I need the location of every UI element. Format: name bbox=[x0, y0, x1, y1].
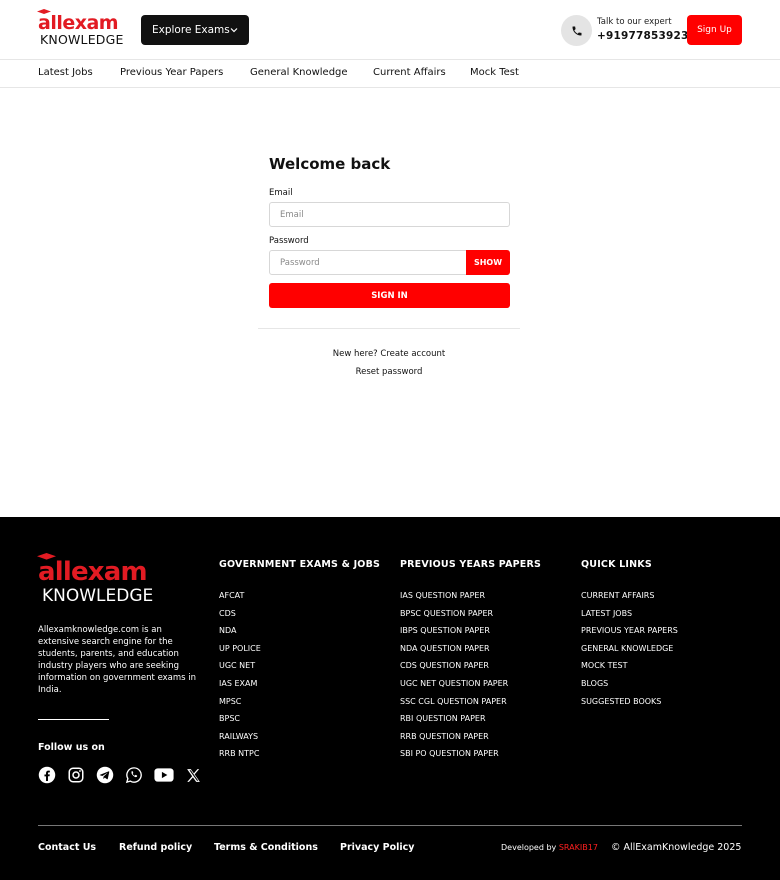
nav-item-latest-jobs[interactable]: Latest Jobs bbox=[38, 67, 93, 78]
footer-link[interactable]: MOCK TEST bbox=[581, 657, 678, 675]
footer-link[interactable]: CDS QUESTION PAPER bbox=[400, 657, 508, 675]
footer-col-government-exams: AFCAT CDS NDA UP POLICE UGC NET IAS EXAM… bbox=[219, 587, 261, 763]
password-field[interactable] bbox=[269, 250, 467, 275]
footer-link[interactable]: IBPS QUESTION PAPER bbox=[400, 622, 508, 640]
password-label: Password bbox=[269, 236, 309, 246]
explore-exams-button[interactable]: Explore Exams bbox=[141, 15, 249, 45]
expert-phone-number[interactable]: +919778539234 bbox=[597, 30, 696, 43]
email-label: Email bbox=[269, 188, 293, 198]
footer-link[interactable]: UGC NET QUESTION PAPER bbox=[400, 675, 508, 693]
footer-link[interactable]: SBI PO QUESTION PAPER bbox=[400, 745, 508, 763]
site-logo[interactable]: allexam KNOWLEDGE bbox=[37, 9, 130, 48]
footer-col-quick-links: CURRENT AFFAIRS LATEST JOBS PREVIOUS YEA… bbox=[581, 587, 678, 710]
footer-link[interactable]: CDS bbox=[219, 605, 261, 623]
divider bbox=[258, 328, 520, 329]
footer-link[interactable]: BLOGS bbox=[581, 675, 678, 693]
reset-password-link[interactable]: Reset password bbox=[258, 367, 520, 377]
footer-col-previous-papers: IAS QUESTION PAPER BPSC QUESTION PAPER I… bbox=[400, 587, 508, 763]
footer-link[interactable]: GENERAL KNOWLEDGE bbox=[581, 640, 678, 658]
nav-item-previous-year-papers[interactable]: Previous Year Papers bbox=[120, 67, 223, 78]
footer-link[interactable]: BPSC QUESTION PAPER bbox=[400, 605, 508, 623]
footer-link[interactable]: IAS QUESTION PAPER bbox=[400, 587, 508, 605]
footer-link[interactable]: NDA QUESTION PAPER bbox=[400, 640, 508, 658]
developed-by-label: Developed by bbox=[501, 843, 557, 852]
terms-conditions-link[interactable]: Terms & Conditions bbox=[214, 842, 318, 853]
footer-link[interactable]: BPSC bbox=[219, 710, 261, 728]
refund-policy-link[interactable]: Refund policy bbox=[119, 842, 192, 853]
footer-logo-line2: KNOWLEDGE bbox=[42, 586, 154, 606]
facebook-icon[interactable] bbox=[38, 766, 56, 784]
footer-link[interactable]: RBI QUESTION PAPER bbox=[400, 710, 508, 728]
chevron-down-icon bbox=[230, 28, 238, 33]
footer-link[interactable]: UP POLICE bbox=[219, 640, 261, 658]
nav-item-general-knowledge[interactable]: General Knowledge bbox=[250, 67, 348, 78]
developer-link[interactable]: SRAKIB17 bbox=[559, 843, 598, 852]
developed-by: Developed by SRAKIB17 bbox=[501, 843, 598, 852]
follow-us-label: Follow us on bbox=[38, 742, 105, 753]
footer-about-rule bbox=[38, 719, 109, 720]
footer-link[interactable]: NDA bbox=[219, 622, 261, 640]
contact-us-link[interactable]: Contact Us bbox=[38, 842, 96, 853]
footer-logo-line1: allexam bbox=[38, 557, 148, 587]
privacy-policy-link[interactable]: Privacy Policy bbox=[340, 842, 414, 853]
phone-button[interactable] bbox=[561, 15, 592, 46]
footer-link[interactable]: CURRENT AFFAIRS bbox=[581, 587, 678, 605]
whatsapp-icon[interactable] bbox=[125, 766, 143, 784]
footer-link[interactable]: UGC NET bbox=[219, 657, 261, 675]
footer-link[interactable]: RAILWAYS bbox=[219, 728, 261, 746]
email-field[interactable] bbox=[269, 202, 510, 227]
x-twitter-icon[interactable] bbox=[184, 766, 202, 784]
copyright-text: © AllExamKnowledge 2025 bbox=[611, 842, 742, 853]
instagram-icon[interactable] bbox=[67, 766, 85, 784]
footer-col-previous-papers-title: PREVIOUS YEARS PAPERS bbox=[400, 559, 542, 570]
footer-link[interactable]: RRB QUESTION PAPER bbox=[400, 728, 508, 746]
footer-logo[interactable]: allexam KNOWLEDGE bbox=[37, 553, 168, 607]
footer-link[interactable]: SSC CGL QUESTION PAPER bbox=[400, 693, 508, 711]
create-account-link[interactable]: New here? Create account bbox=[258, 349, 520, 359]
explore-exams-label: Explore Exams bbox=[152, 24, 230, 36]
footer-link[interactable]: LATEST JOBS bbox=[581, 605, 678, 623]
sign-up-button[interactable]: Sign Up bbox=[687, 15, 742, 45]
talk-to-expert-label: Talk to our expert bbox=[597, 17, 672, 27]
footer-about-text: Allexamknowledge.com is an extensive sea… bbox=[38, 625, 197, 695]
phone-icon bbox=[572, 26, 581, 35]
footer-link[interactable]: RRB NTPC bbox=[219, 745, 261, 763]
sign-in-button[interactable]: SIGN IN bbox=[269, 283, 510, 308]
main-nav: Latest Jobs Previous Year Papers General… bbox=[0, 61, 780, 88]
footer-link[interactable]: MPSC bbox=[219, 693, 261, 711]
footer-link[interactable]: IAS EXAM bbox=[219, 675, 261, 693]
site-footer: allexam KNOWLEDGE Allexamknowledge.com i… bbox=[0, 517, 780, 880]
footer-col-government-exams-title: GOVERNMENT EXAMS & JOBS bbox=[219, 559, 381, 570]
footer-divider bbox=[38, 825, 742, 826]
telegram-icon[interactable] bbox=[96, 766, 114, 784]
footer-link[interactable]: AFCAT bbox=[219, 587, 261, 605]
logo-line1: allexam bbox=[38, 12, 119, 34]
youtube-icon[interactable] bbox=[154, 766, 174, 784]
footer-link[interactable]: PREVIOUS YEAR PAPERS bbox=[581, 622, 678, 640]
show-password-button[interactable]: SHOW bbox=[466, 250, 510, 275]
nav-item-mock-test[interactable]: Mock Test bbox=[470, 67, 519, 78]
logo-line2: KNOWLEDGE bbox=[40, 32, 124, 47]
nav-item-current-affairs[interactable]: Current Affairs bbox=[373, 67, 446, 78]
footer-col-quick-links-title: QUICK LINKS bbox=[581, 559, 652, 570]
footer-link[interactable]: SUGGESTED BOOKS bbox=[581, 693, 678, 711]
page-title: Welcome back bbox=[269, 155, 391, 173]
site-header: allexam KNOWLEDGE Explore Exams Talk to … bbox=[0, 0, 780, 60]
